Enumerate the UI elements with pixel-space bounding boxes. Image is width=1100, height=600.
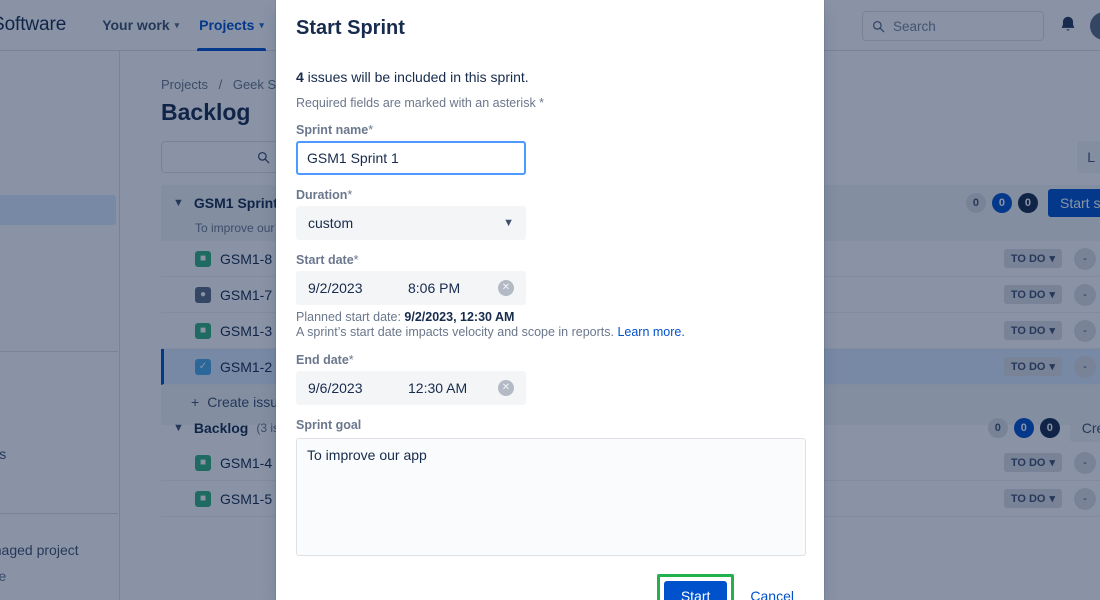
start-date-label: Start date*: [296, 253, 804, 267]
end-time-value[interactable]: 12:30 AM: [408, 380, 498, 396]
start-date-label-text: Start date: [296, 253, 354, 267]
planned-start-date-helper: Planned start date: 9/2/2023, 12:30 AM A…: [296, 310, 804, 340]
sprint-goal-textarea[interactable]: [296, 438, 806, 556]
start-button-highlight: Start: [656, 574, 735, 600]
required-asterisk: *: [368, 123, 374, 137]
end-date-label: End date*: [296, 353, 804, 367]
cancel-button[interactable]: Cancel: [740, 581, 804, 600]
duration-selected-value: custom: [308, 215, 354, 231]
start-sprint-dialog: Start Sprint 4 issues will be included i…: [276, 0, 824, 600]
start-time-value[interactable]: 8:06 PM: [408, 280, 498, 296]
dialog-title: Start Sprint: [296, 17, 405, 39]
start-date-value[interactable]: 9/2/2023: [308, 280, 408, 296]
issues-included-suffix: issues will be included in this sprint.: [303, 69, 529, 85]
end-date-label-text: End date: [296, 353, 349, 367]
clear-circle-icon[interactable]: ✕: [498, 380, 514, 396]
required-asterisk: *: [353, 253, 359, 267]
duration-select[interactable]: custom ▼: [296, 206, 526, 240]
end-date-field[interactable]: 9/6/2023 12:30 AM ✕: [296, 371, 526, 405]
sprint-name-label-text: Sprint name: [296, 123, 369, 137]
start-date-field[interactable]: 9/2/2023 8:06 PM ✕: [296, 271, 526, 305]
sprint-goal-label: Sprint goal: [296, 418, 362, 432]
end-date-value[interactable]: 9/6/2023: [308, 380, 408, 396]
required-asterisk: *: [347, 188, 353, 202]
start-button[interactable]: Start: [663, 581, 728, 600]
sprint-name-input[interactable]: [296, 141, 526, 175]
duration-label-text: Duration: [296, 188, 348, 202]
learn-more-link[interactable]: Learn more.: [617, 325, 684, 339]
clear-circle-icon[interactable]: ✕: [498, 280, 514, 296]
dialog-footer: Start Cancel: [296, 574, 804, 600]
planned-start-value: 9/2/2023, 12:30 AM: [404, 310, 515, 324]
required-asterisk: *: [348, 353, 354, 367]
issues-count: 4: [296, 69, 304, 85]
issues-included-text: 4 issues will be included in this sprint…: [296, 69, 804, 85]
app-root: Software Your work ▾ Projects ▾ F: [0, 0, 1100, 600]
start-date-note: A sprint’s start date impacts velocity a…: [296, 325, 618, 339]
planned-start-prefix: Planned start date:: [296, 310, 405, 324]
required-fields-note: Required fields are marked with an aster…: [296, 96, 545, 110]
duration-label: Duration*: [296, 188, 804, 202]
chevron-down-icon: ▼: [503, 217, 514, 229]
sprint-name-label: Sprint name*: [296, 123, 804, 137]
